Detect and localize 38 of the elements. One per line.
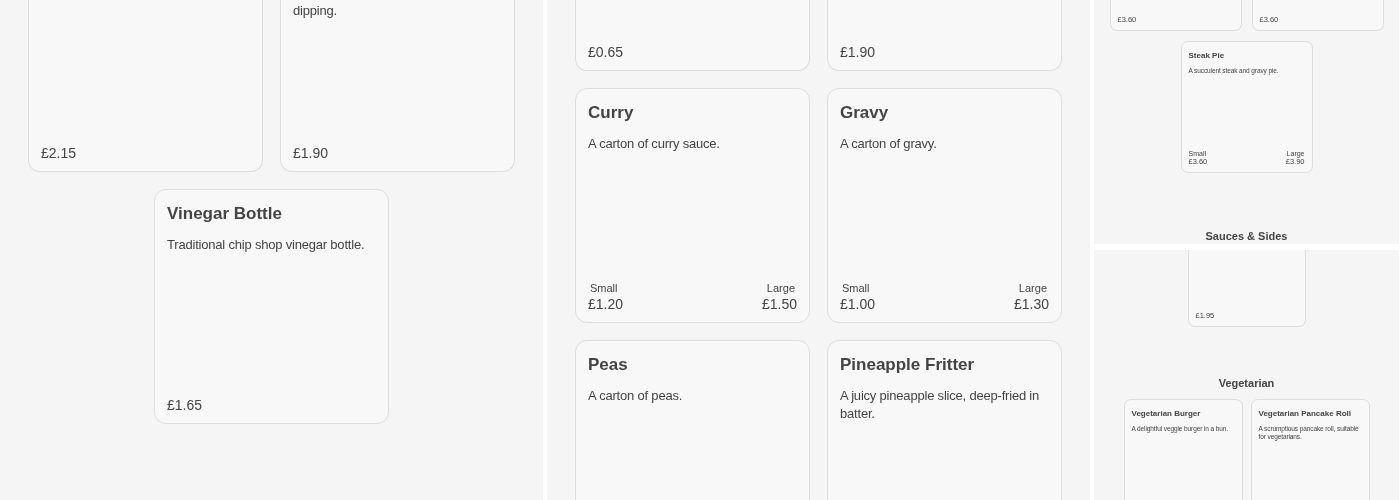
- section-heading: Sauces & Sides: [1205, 230, 1288, 242]
- menu-card[interactable]: Curry A carton of curry sauce. Small £1.20 Large £1.50: [575, 88, 810, 323]
- item-price: £1.65: [167, 397, 203, 413]
- item-description: Traditional chip shop vinegar bottle.: [167, 236, 366, 254]
- item-price: £1.20: [588, 296, 624, 312]
- item-description: A carton of peas.: [588, 387, 684, 405]
- menu-card[interactable]: Peas A carton of peas.: [575, 340, 810, 500]
- menu-card[interactable]: dipping. £1.90: [280, 0, 515, 172]
- item-description: A carton of curry sauce.: [588, 135, 721, 153]
- item-title: Curry: [588, 103, 635, 123]
- item-price: £1.50: [761, 296, 797, 312]
- item-price: £1.90: [840, 44, 876, 60]
- menu-card[interactable]: £2.15: [28, 0, 263, 172]
- item-title: Gravy: [840, 103, 890, 123]
- item-title: Vegetarian Pancake Roll: [1258, 409, 1352, 418]
- item-price: £1.00: [840, 296, 876, 312]
- menu-card[interactable]: Vinegar Bottle Traditional chip shop vinegar bottle. £1.65: [154, 189, 389, 424]
- item-price: £2.15: [41, 145, 77, 161]
- section-heading: Vegetarian: [1218, 377, 1275, 389]
- item-price: £0.65: [588, 44, 624, 60]
- item-title: Pineapple Fritter: [840, 355, 976, 375]
- item-price: £1.90: [293, 145, 329, 161]
- item-description: A juicy pineapple slice, deep-fried in batter.: [840, 387, 1041, 423]
- size-label: Small: [589, 282, 619, 294]
- size-label: Small: [841, 282, 871, 294]
- menu-card[interactable]: £0.65: [575, 0, 810, 71]
- item-title: Steak Pie: [1188, 51, 1226, 60]
- size-label: Large: [1017, 282, 1048, 294]
- item-description: dipping.: [293, 2, 338, 20]
- item-title: Vinegar Bottle: [167, 204, 283, 224]
- item-description: A carton of gravy.: [840, 135, 938, 153]
- item-title: Peas: [588, 355, 629, 375]
- size-label: Large: [765, 282, 796, 294]
- item-title: Vegetarian Burger: [1131, 409, 1202, 418]
- menu-card[interactable]: Pineapple Fritter A juicy pineapple slice, deep-fried in batter.: [827, 340, 1062, 500]
- menu-card[interactable]: £1.90: [827, 0, 1062, 71]
- menu-card[interactable]: Gravy A carton of gravy. Small £1.00 Large £1.30: [827, 88, 1062, 323]
- item-price: £1.30: [1013, 296, 1049, 312]
